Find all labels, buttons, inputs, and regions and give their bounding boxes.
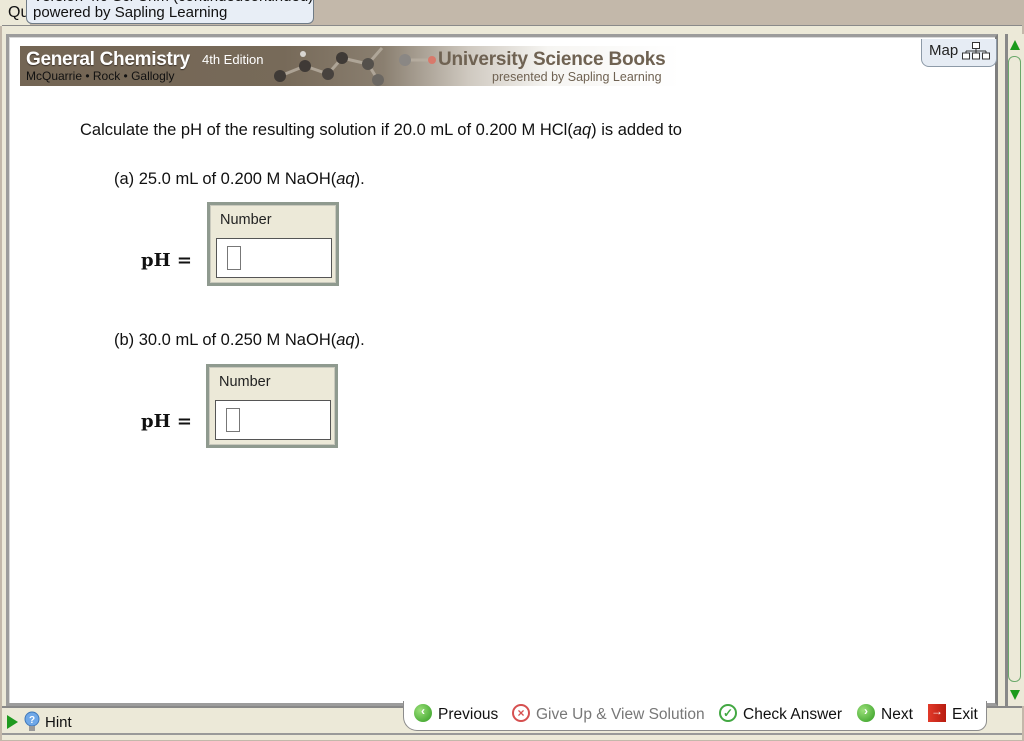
prompt-aq: aq bbox=[572, 121, 592, 139]
part-a-text-end: ). bbox=[354, 170, 365, 188]
previous-label: Previous bbox=[438, 706, 499, 723]
part-a-answer-box: Number bbox=[207, 202, 339, 286]
part-b-label: (b) 30.0 mL of 0.250 M NaOH(aq). bbox=[114, 331, 365, 350]
sitemap-icon bbox=[962, 42, 990, 60]
part-b-aq: aq bbox=[336, 331, 355, 349]
part-b-text-end: ). bbox=[354, 331, 365, 349]
input-cursor bbox=[226, 408, 240, 432]
lightbulb-hint-icon[interactable]: ? bbox=[24, 711, 40, 733]
part-a-text: (a) 25.0 mL of 0.200 M NaOH( bbox=[114, 170, 337, 188]
prompt-text: Calculate the pH of the resulting soluti… bbox=[80, 121, 573, 139]
previous-button[interactable]: ‹ Previous bbox=[414, 704, 498, 724]
part-a-ph-input[interactable] bbox=[216, 238, 332, 278]
banner-publisher: University Science Books bbox=[438, 49, 666, 70]
banner-edition: 4th Edition bbox=[202, 52, 264, 67]
part-a-ph-label: pH = bbox=[141, 250, 192, 271]
previous-arrow-icon: ‹ bbox=[414, 704, 432, 722]
version-tooltip: Version 4.0 Sci Chm (continuedcontinued)… bbox=[26, 0, 314, 24]
part-a-label: (a) 25.0 mL of 0.200 M NaOH(aq). bbox=[114, 170, 365, 189]
next-label: Next bbox=[881, 706, 913, 723]
exit-label: Exit bbox=[952, 706, 978, 723]
hint-button[interactable]: Hint bbox=[45, 714, 72, 731]
number-type-label: Number bbox=[219, 374, 271, 390]
scrollbar-thumb[interactable] bbox=[1008, 56, 1021, 682]
number-type-label: Number bbox=[220, 212, 272, 228]
part-b-text: (b) 30.0 mL of 0.250 M NaOH( bbox=[114, 331, 337, 349]
map-button-label: Map bbox=[929, 42, 959, 59]
part-b-answer-box: Number bbox=[206, 364, 338, 448]
prompt-text-end: ) is added to bbox=[591, 121, 682, 139]
input-cursor bbox=[227, 246, 241, 270]
give-up-view-solution-button[interactable]: × Give Up & View Solution bbox=[512, 704, 705, 724]
check-icon: ✓ bbox=[719, 704, 737, 722]
textbook-banner: General Chemistry 4th Edition McQuarrie … bbox=[20, 46, 680, 86]
map-button[interactable]: Map bbox=[921, 39, 997, 67]
check-answer-button[interactable]: ✓ Check Answer bbox=[719, 704, 842, 724]
banner-presented-by: presented by Sapling Learning bbox=[492, 70, 662, 84]
next-button[interactable]: › Next bbox=[857, 704, 913, 724]
question-prompt: Calculate the pH of the resulting soluti… bbox=[80, 121, 682, 140]
svg-text:?: ? bbox=[29, 715, 35, 726]
part-b-ph-input[interactable] bbox=[215, 400, 331, 440]
ph-equals-text: pH = bbox=[141, 250, 192, 271]
check-answer-label: Check Answer bbox=[743, 706, 843, 723]
scroll-down-arrow-icon[interactable] bbox=[1010, 690, 1020, 700]
exit-button[interactable]: → Exit bbox=[928, 704, 978, 724]
exit-door-icon: → bbox=[928, 704, 946, 722]
give-up-label: Give Up & View Solution bbox=[536, 706, 705, 723]
banner-title: General Chemistry bbox=[26, 49, 190, 70]
ph-equals-text: pH = bbox=[141, 411, 192, 432]
hint-expand-arrow-icon[interactable] bbox=[7, 715, 18, 729]
next-arrow-icon: › bbox=[857, 704, 875, 722]
tooltip-powered-by-text: powered by Sapling Learning bbox=[33, 4, 228, 21]
scroll-up-arrow-icon[interactable] bbox=[1010, 40, 1020, 50]
part-a-aq: aq bbox=[336, 170, 355, 188]
give-up-x-icon: × bbox=[512, 704, 530, 722]
part-b-ph-label: pH = bbox=[141, 411, 192, 432]
banner-authors: McQuarrie • Rock • Gallogly bbox=[26, 69, 175, 83]
